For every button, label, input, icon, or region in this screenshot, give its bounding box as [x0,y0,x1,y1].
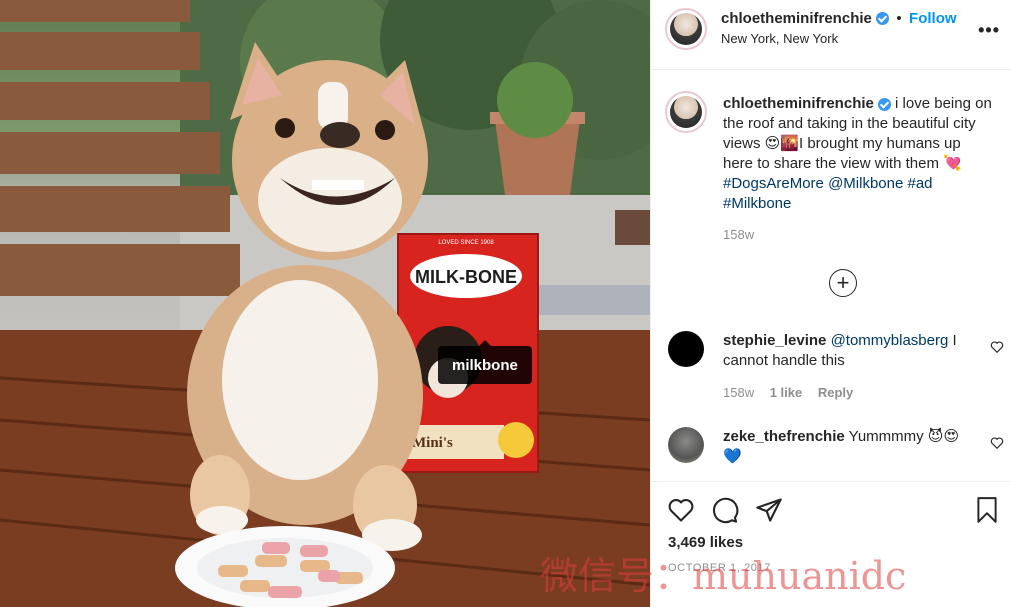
comment-text: cannot handle this [723,352,845,369]
caption-username[interactable]: chloetheminifrenchie [723,95,874,112]
box-brand: MILK-BONE [415,267,517,287]
comment-text: 💙 [723,448,742,465]
hashtag-link[interactable]: #DogsAreMore [723,175,824,192]
like-comment-heart-icon[interactable] [990,340,1004,354]
share-paper-plane-icon[interactable] [755,496,783,524]
caption-text-line: the roof and taking in the beautiful cit… [723,115,976,132]
load-more-comments-button[interactable]: + [829,269,857,297]
product-tag-bubble[interactable]: milkbone [438,340,532,384]
mention-link[interactable]: @Milkbone [828,175,903,192]
photo-illustration: LOVED SINCE 1908 MILK-BONE Mini's [0,0,650,607]
caption-avatar[interactable] [665,91,707,133]
caption-text-line: i love being on [895,95,992,112]
verified-badge-icon [877,97,891,111]
like-heart-icon[interactable] [667,496,695,524]
commenter-username[interactable]: stephie_levine [723,332,826,349]
product-tag-label: milkbone [452,356,518,374]
comment-text: Yummmmy 😈😍 [848,428,960,445]
header-separator: • [896,10,902,27]
hashtag-link[interactable]: #ad [908,175,933,192]
commenter-avatar[interactable] [668,331,704,367]
caption-text-line: views 😍🌇I brought my humans up [723,135,961,152]
reply-button[interactable]: Reply [818,385,853,400]
comment-text: I [952,332,957,349]
caption-text-line: here to share the view with them 💘 [723,155,962,172]
post-location[interactable]: New York, New York [721,31,838,46]
post-header: chloetheminifrenchie • Follow New York, … [651,0,1011,70]
watermark-text: 微信号：muhuanidc [540,554,907,598]
commenter-avatar[interactable] [668,427,704,463]
post-side-panel: chloetheminifrenchie • Follow New York, … [650,0,1011,607]
more-options-icon[interactable]: ••• [978,20,1000,41]
mention-link[interactable]: @tommyblasberg [831,332,949,349]
comment-timestamp[interactable]: 158w [723,385,754,400]
comment-likes-count[interactable]: 1 like [770,385,803,400]
caption-timestamp[interactable]: 158w [723,227,754,242]
hashtag-link[interactable]: #Milkbone [723,195,791,212]
box-variety: Mini's [412,435,453,451]
comment-bubble-icon[interactable] [711,496,739,524]
author-username[interactable]: chloetheminifrenchie [721,10,872,27]
verified-badge-icon [875,12,889,26]
plus-icon: + [836,270,850,295]
commenter-username[interactable]: zeke_thefrenchie [723,428,845,445]
box-top-line: LOVED SINCE 1908 [438,240,494,246]
comments-section: chloetheminifrenchie i love being on the… [651,71,1011,481]
author-avatar[interactable] [665,8,707,50]
like-comment-heart-icon[interactable] [990,436,1004,450]
post-photo[interactable]: LOVED SINCE 1908 MILK-BONE Mini's milkbo… [0,0,650,607]
follow-button[interactable]: Follow [909,10,957,27]
save-bookmark-icon[interactable] [974,496,1000,524]
